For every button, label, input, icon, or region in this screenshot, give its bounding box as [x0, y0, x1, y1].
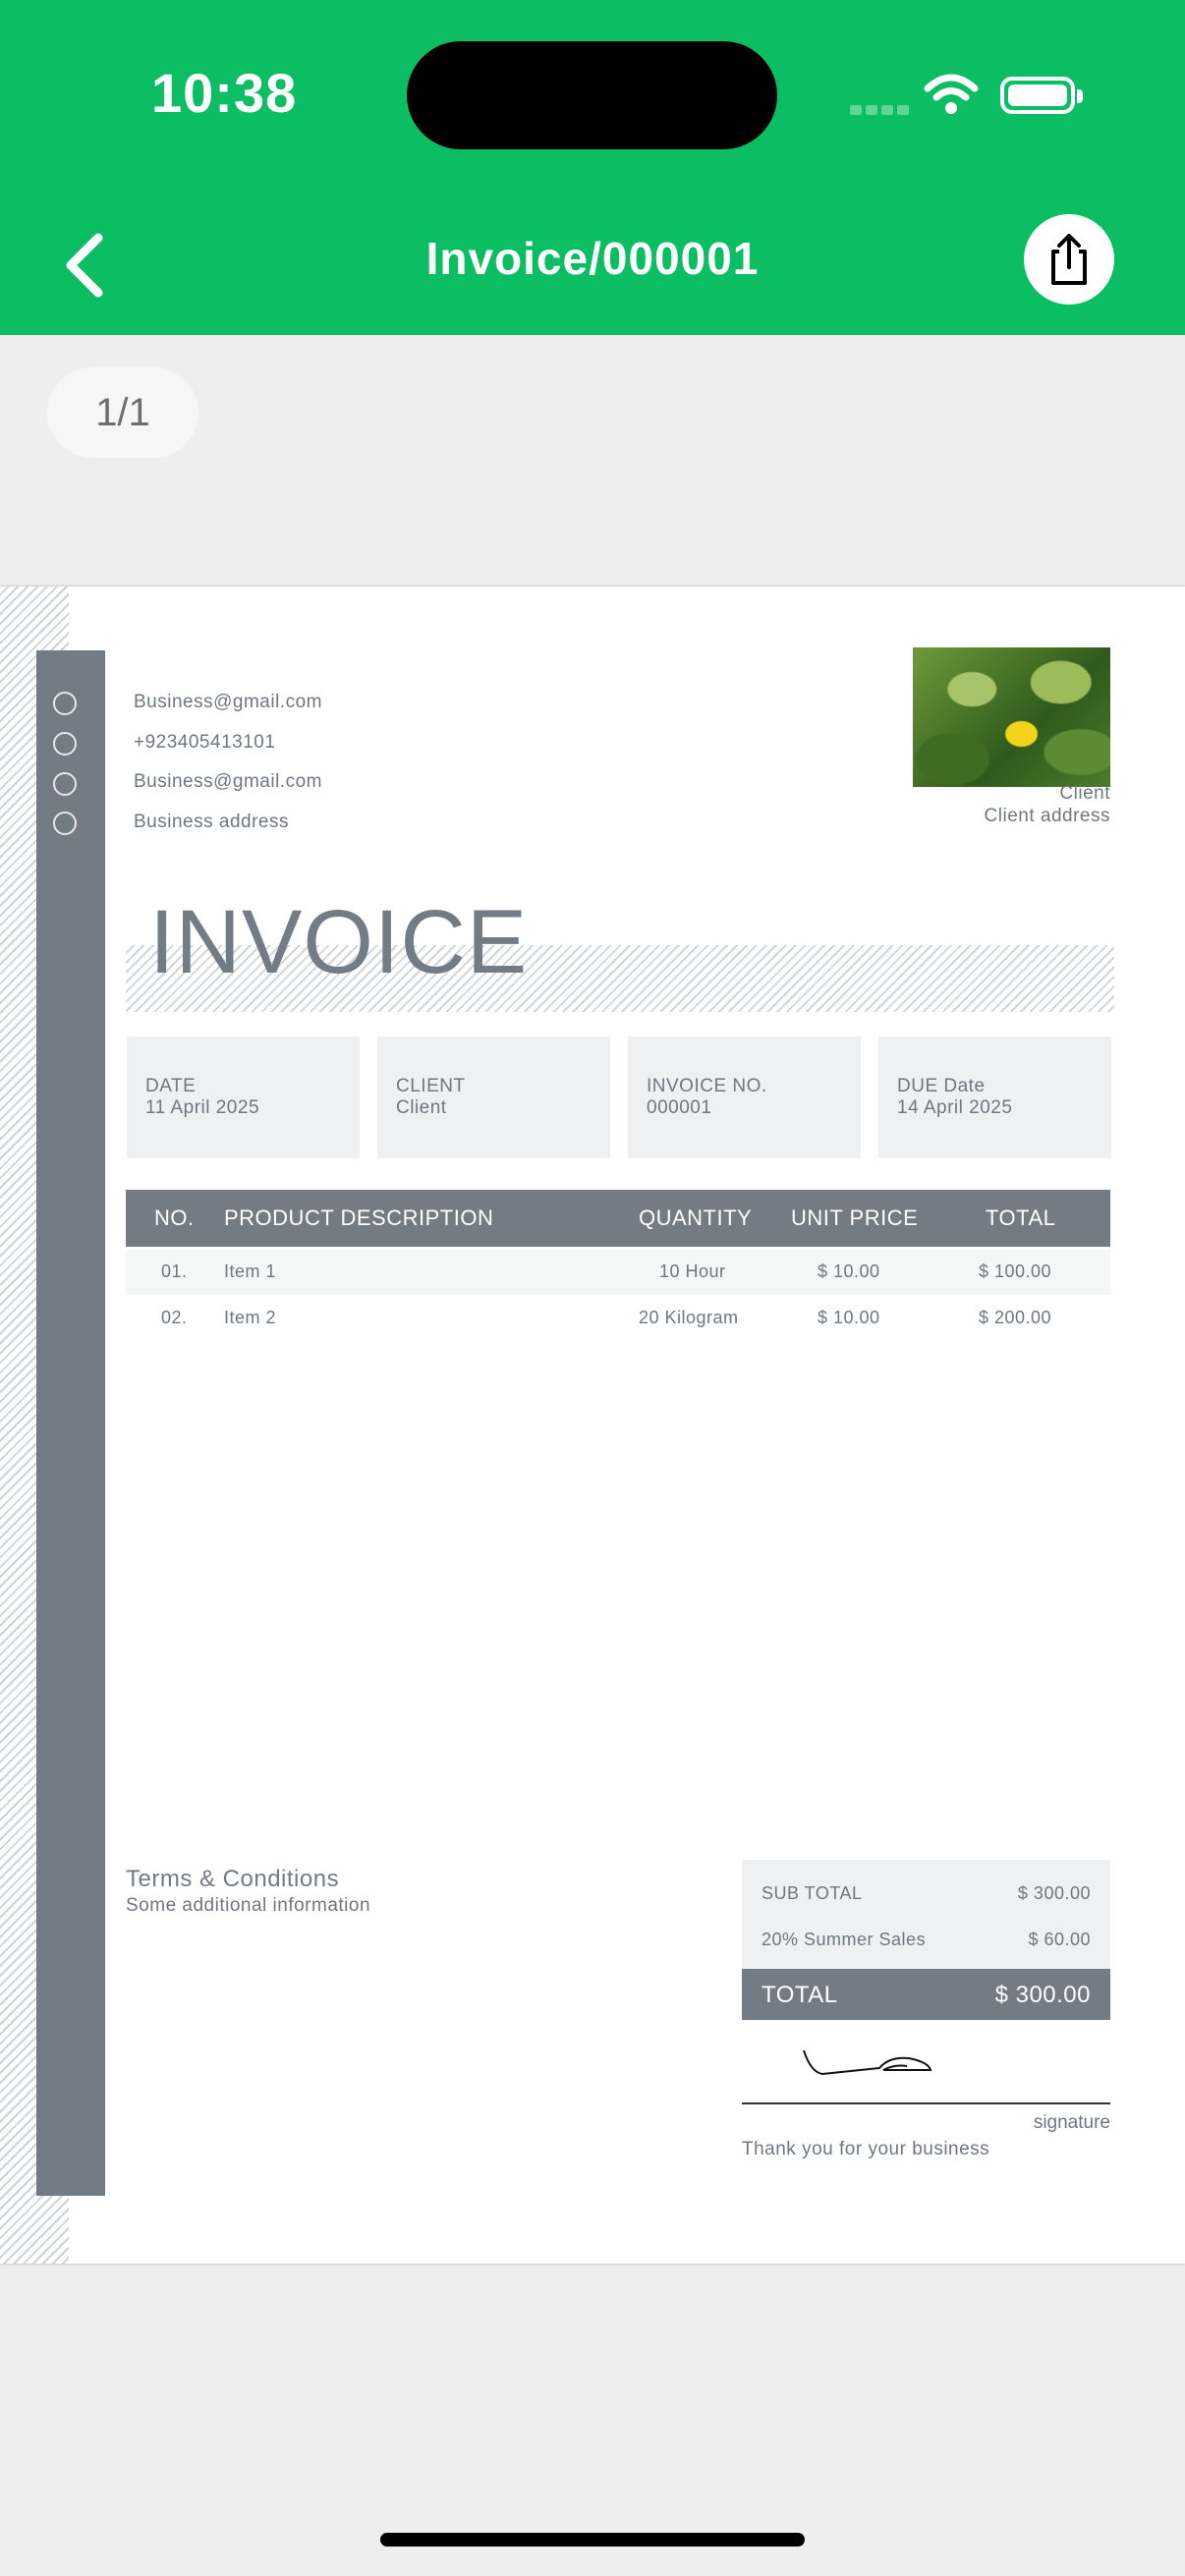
row-quantity: 10 Hour — [659, 1261, 726, 1281]
subtotal-label: SUB TOTAL — [762, 1883, 863, 1903]
info-date-label: DATE — [145, 1076, 197, 1096]
header-no: NO. — [154, 1205, 195, 1230]
row-unit-price: $ 10.00 — [818, 1308, 880, 1327]
contact-address: Business address — [134, 812, 289, 832]
signature-drawing — [803, 2049, 932, 2076]
total-value: $ 300.00 — [994, 1982, 1091, 2008]
contact-email: Business@gmail.com — [134, 692, 322, 712]
info-invoice-number: INVOICE NO. 000001 — [628, 1036, 861, 1158]
share-button[interactable] — [1024, 214, 1114, 305]
subtotal-value: $ 300.00 — [1017, 1883, 1091, 1903]
contact-phone: +923405413101 — [134, 732, 276, 753]
info-client-label: CLIENT — [396, 1076, 466, 1096]
location-pin-icon — [53, 812, 77, 835]
discount-value: $ 60.00 — [1028, 1930, 1091, 1949]
phone-icon — [53, 732, 77, 756]
invoice-heading: INVOICE — [149, 892, 529, 992]
row-description: Item 2 — [224, 1308, 277, 1327]
status-time: 10:38 — [151, 62, 298, 124]
row-quantity: 20 Kilogram — [639, 1308, 739, 1327]
share-icon — [1051, 234, 1087, 285]
table-header: NO. PRODUCT DESCRIPTION QUANTITY UNIT PR… — [126, 1190, 1110, 1247]
page-title: Invoice/000001 — [425, 233, 760, 284]
wifi-icon — [924, 74, 979, 114]
total-label: TOTAL — [762, 1982, 838, 2008]
signature-line — [742, 2102, 1110, 2104]
cellular-signal-icon — [850, 102, 913, 120]
table-row: 01. Item 1 10 Hour $ 10.00 $ 100.00 — [126, 1250, 1110, 1295]
contact-website: Business@gmail.com — [134, 771, 322, 792]
row-total: $ 200.00 — [979, 1308, 1052, 1327]
header-description: PRODUCT DESCRIPTION — [224, 1205, 494, 1230]
info-due-date: DUE Date 14 April 2025 — [878, 1036, 1111, 1158]
header-unit-price: UNIT PRICE — [791, 1205, 919, 1230]
invoice-sidebar — [36, 650, 105, 2196]
mail-icon — [53, 692, 77, 715]
info-number-label: INVOICE NO. — [647, 1076, 767, 1096]
header-total: TOTAL — [986, 1205, 1056, 1230]
business-logo-image — [913, 647, 1110, 787]
subtotal-row: SUB TOTAL $ 300.00 — [742, 1870, 1110, 1915]
signature-label: signature — [1033, 2112, 1110, 2133]
terms-title: Terms & Conditions — [126, 1866, 340, 1892]
table-row: 02. Item 2 20 Kilogram $ 10.00 $ 200.00 — [126, 1296, 1110, 1341]
nav-bar: Invoice/000001 — [0, 196, 1185, 335]
row-description: Item 1 — [224, 1261, 277, 1281]
header-quantity: QUANTITY — [639, 1205, 753, 1230]
row-unit-price: $ 10.00 — [818, 1261, 880, 1281]
info-client-value: Client — [396, 1097, 447, 1118]
info-date-value: 11 April 2025 — [145, 1097, 260, 1118]
client-address: Client address — [984, 806, 1110, 826]
invoice-document: Business@gmail.com +923405413101 Busines… — [0, 587, 1185, 2264]
discount-label: 20% Summer Sales — [762, 1930, 927, 1949]
battery-icon — [1000, 77, 1075, 114]
row-no: 01. — [161, 1261, 188, 1281]
info-client: CLIENT Client — [377, 1036, 610, 1158]
info-due-label: DUE Date — [897, 1076, 986, 1096]
dynamic-island — [407, 41, 777, 149]
home-indicator[interactable] — [380, 2533, 805, 2547]
status-bar: 10:38 — [0, 0, 1185, 196]
info-due-value: 14 April 2025 — [897, 1097, 1013, 1118]
grand-total-row: TOTAL $ 300.00 — [742, 1969, 1110, 2020]
info-date: DATE 11 April 2025 — [127, 1036, 360, 1158]
terms-text: Some additional information — [126, 1895, 371, 1916]
battery-tip — [1077, 89, 1083, 103]
discount-row: 20% Summer Sales $ 60.00 — [742, 1916, 1110, 1961]
globe-icon — [53, 772, 77, 796]
thanks-note: Thank you for your business — [742, 2139, 990, 2159]
client-name: Client — [1059, 783, 1110, 804]
row-no: 02. — [161, 1308, 188, 1327]
info-number-value: 000001 — [647, 1097, 712, 1118]
page-indicator: 1/1 — [47, 367, 198, 458]
row-total: $ 100.00 — [979, 1261, 1052, 1281]
